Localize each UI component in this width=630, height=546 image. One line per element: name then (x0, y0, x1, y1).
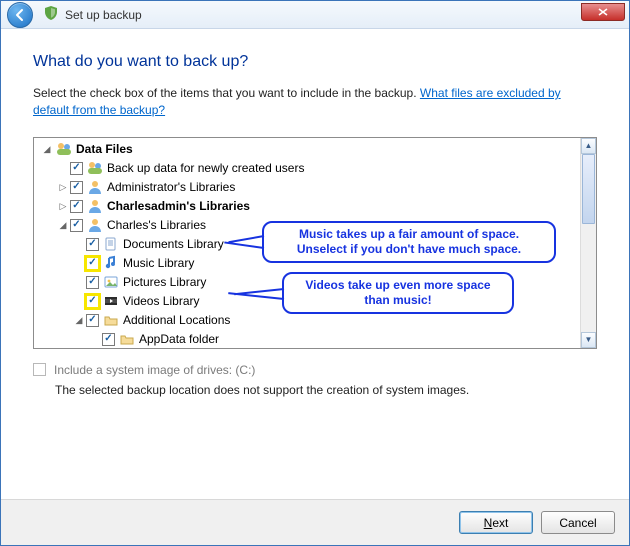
music-icon (103, 255, 119, 271)
content-area: What do you want to back up? Select the … (1, 29, 629, 499)
tree-node-charlesadmin-libraries[interactable]: ▷ Charlesadmin's Libraries (34, 197, 580, 216)
node-label: Back up data for newly created users (107, 161, 308, 175)
system-image-label: Include a system image of drives: (C:) (54, 363, 255, 377)
scroll-track[interactable] (581, 154, 596, 332)
annotation-music: Music takes up a fair amount of space. U… (262, 221, 556, 263)
scroll-thumb[interactable] (582, 154, 595, 224)
users-icon (87, 160, 103, 176)
tree-node-appdata[interactable]: AppData folder (34, 330, 580, 348)
expander-icon[interactable]: ◢ (40, 144, 54, 155)
user-icon (87, 217, 103, 233)
scroll-up-button[interactable]: ▲ (581, 138, 596, 154)
cancel-button[interactable]: Cancel (541, 511, 615, 534)
expander-icon[interactable]: ▷ (56, 201, 70, 212)
expander-icon[interactable]: ▷ (56, 182, 70, 193)
expander-icon[interactable]: ◢ (72, 315, 86, 326)
page-heading: What do you want to back up? (33, 53, 597, 71)
close-button[interactable] (581, 3, 625, 21)
node-label: Music Library (123, 256, 198, 270)
users-icon (56, 141, 72, 157)
back-arrow-icon (13, 8, 27, 22)
checkbox[interactable] (70, 162, 83, 175)
checkbox[interactable] (70, 200, 83, 213)
checkbox[interactable] (70, 219, 83, 232)
checkbox[interactable] (86, 276, 99, 289)
scrollbar[interactable]: ▲ ▼ (580, 138, 596, 348)
subtext-text: Select the check box of the items that y… (33, 86, 420, 100)
tree-container: ◢ Data Files Back up data for newly crea… (33, 137, 597, 349)
node-label: Videos Library (123, 294, 204, 308)
node-label: Data Files (76, 142, 137, 156)
node-label: AppData folder (139, 332, 223, 346)
tree-node-admin-libraries[interactable]: ▷ Administrator's Libraries (34, 178, 580, 197)
folder-icon (103, 312, 119, 328)
videos-icon (103, 293, 119, 309)
system-image-note: The selected backup location does not su… (55, 383, 597, 397)
shield-icon (43, 5, 59, 24)
system-image-row: Include a system image of drives: (C:) (33, 363, 597, 377)
annotation-videos: Videos take up even more space than musi… (282, 272, 514, 314)
node-label: Charlesadmin's Libraries (107, 199, 254, 213)
checkbox[interactable] (86, 238, 99, 251)
documents-icon (103, 236, 119, 252)
checkbox[interactable] (102, 333, 115, 346)
window-title: Set up backup (65, 8, 142, 22)
node-label: Charles's Libraries (107, 218, 210, 232)
user-icon (87, 198, 103, 214)
tree-node-new-users[interactable]: Back up data for newly created users (34, 159, 580, 178)
next-rest: ext (492, 516, 508, 530)
scroll-down-button[interactable]: ▼ (581, 332, 596, 348)
folder-icon (119, 331, 135, 347)
titlebar: Set up backup (1, 1, 629, 29)
checkbox-highlighted[interactable] (86, 295, 99, 308)
node-label: Documents Library (123, 237, 228, 251)
next-button[interactable]: Next (459, 511, 533, 534)
checkbox[interactable] (86, 314, 99, 327)
node-label: Additional Locations (123, 313, 234, 327)
expander-icon[interactable]: ◢ (56, 220, 70, 231)
pictures-icon (103, 274, 119, 290)
node-label: Administrator's Libraries (107, 180, 239, 194)
checkbox[interactable] (70, 181, 83, 194)
user-icon (87, 179, 103, 195)
back-button[interactable] (7, 2, 33, 28)
next-mnemonic: N (484, 516, 493, 530)
node-label: Pictures Library (123, 275, 210, 289)
title-area: Set up backup (43, 5, 142, 24)
footer: Next Cancel (1, 499, 629, 545)
page-subtext: Select the check box of the items that y… (33, 85, 597, 119)
system-image-checkbox (33, 363, 46, 376)
wizard-window: Set up backup What do you want to back u… (0, 0, 630, 546)
tree-node-data-files[interactable]: ◢ Data Files (34, 140, 580, 159)
close-icon (598, 8, 608, 16)
checkbox-highlighted[interactable] (86, 257, 99, 270)
